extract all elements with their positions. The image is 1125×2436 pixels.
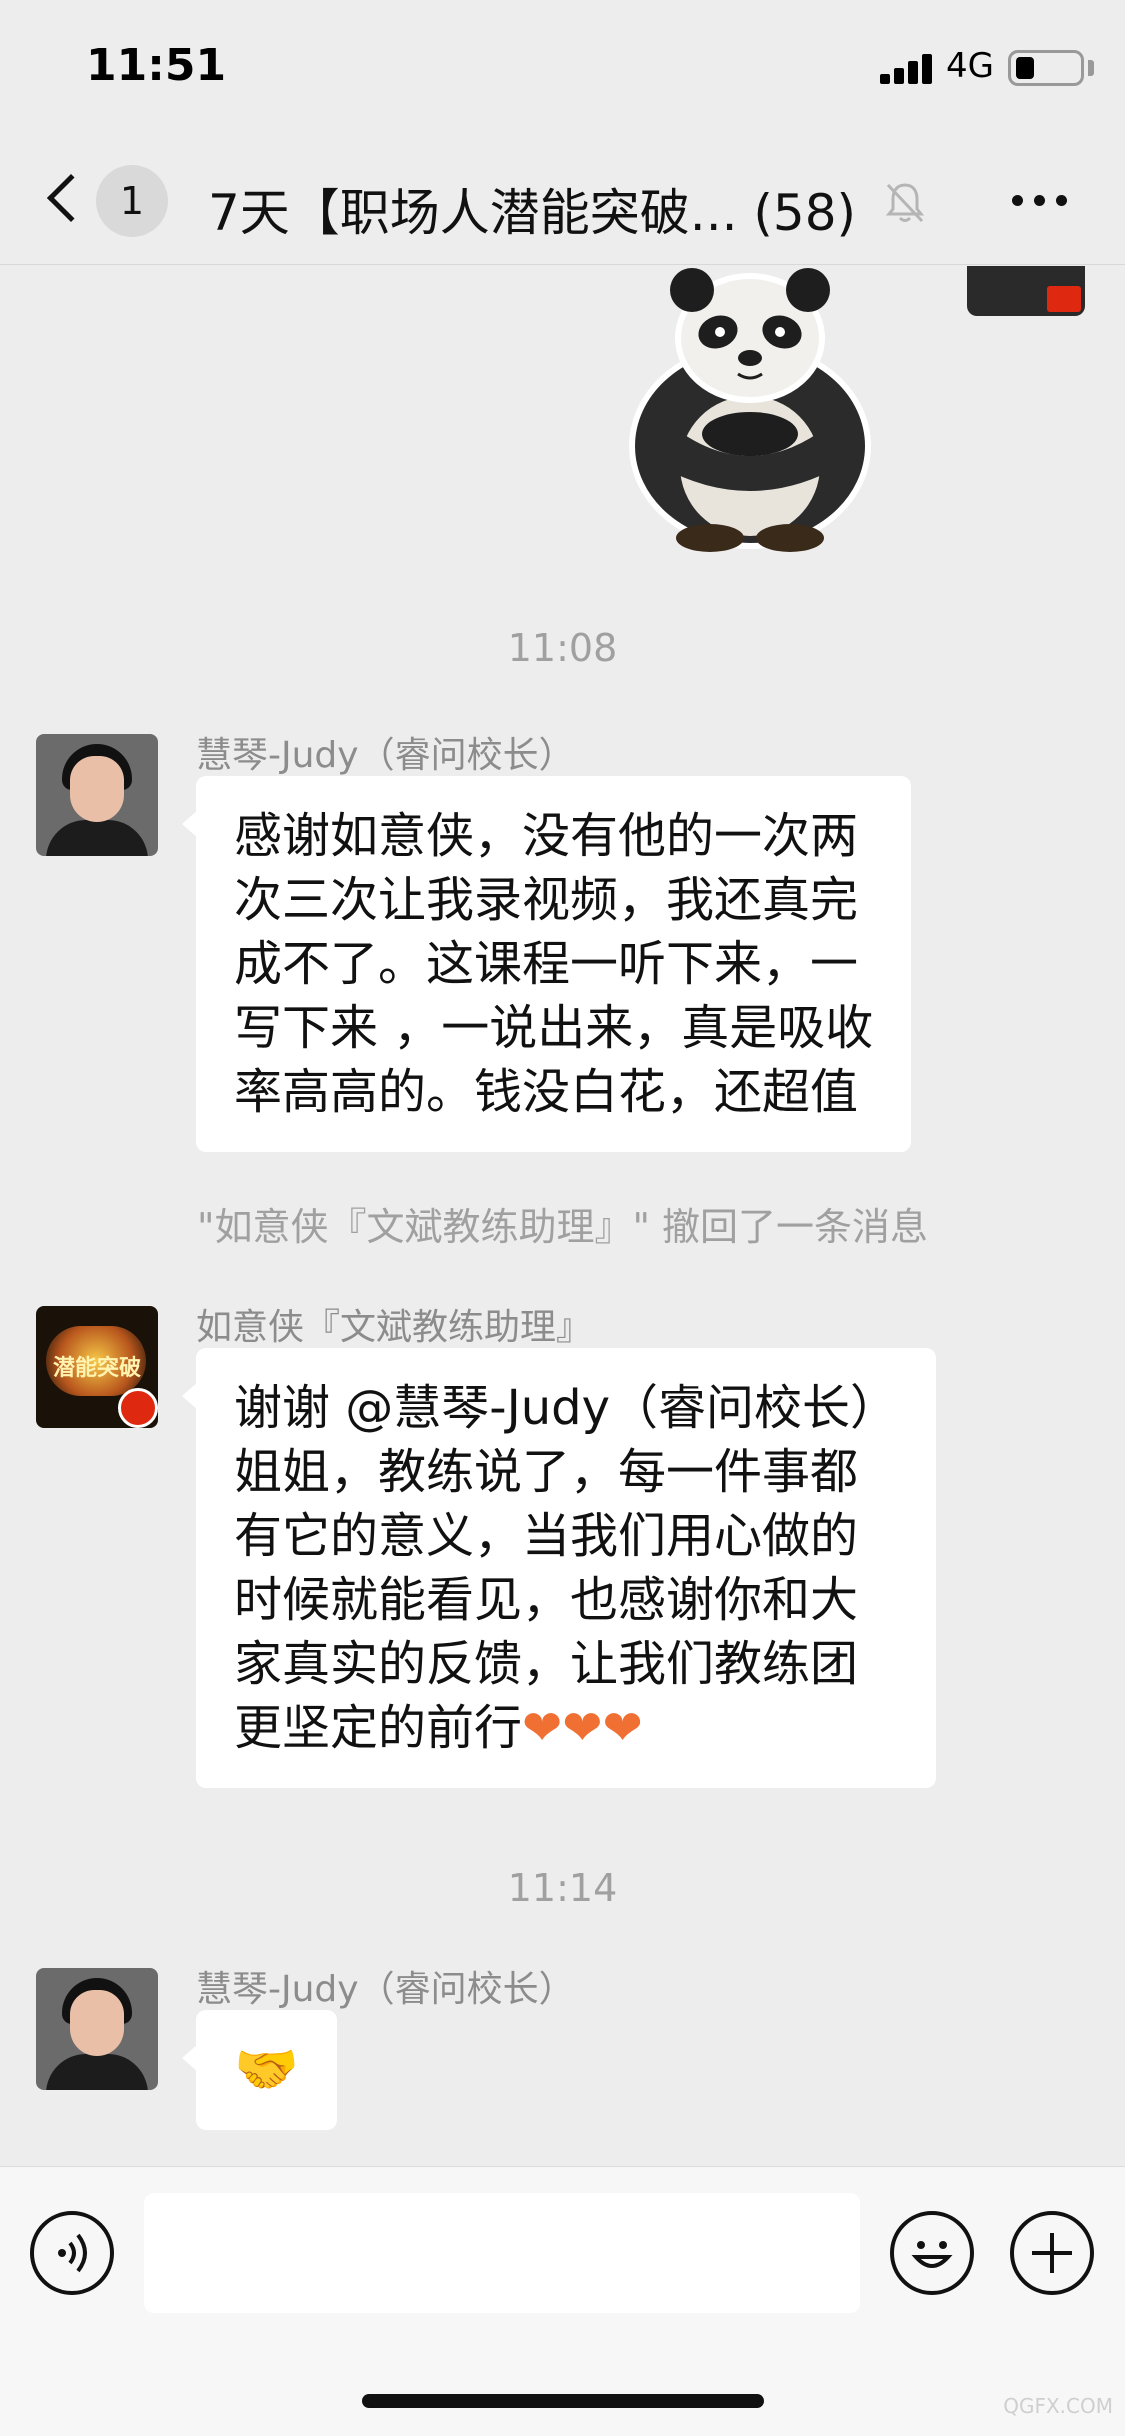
signal-icon <box>880 52 936 84</box>
chevron-left-icon <box>46 173 96 223</box>
avatar-logo-text: 潜能突破 <box>52 1356 141 1381</box>
back-button[interactable] <box>40 167 96 233</box>
message-line: 谢谢 @慧琴-Judy（睿问校长） <box>234 1380 899 1436</box>
sender-name: 慧琴-Judy（睿问校长） <box>196 1969 575 2010</box>
voice-icon <box>58 2233 87 2273</box>
message-bubble[interactable]: 🤝 <box>182 2010 337 2130</box>
message-line: 更坚定的前行❤❤❤ <box>234 1696 898 1760</box>
message-line: 写下来 ，一说出来，真是吸收 <box>234 1000 874 1056</box>
battery-tip <box>1088 60 1094 76</box>
message-line: 时候就能看见，也感谢你和大 <box>234 1572 859 1628</box>
message-bubble[interactable]: 感谢如意侠，没有他的一次两 次三次让我录视频，我还真完 成不了。这课程一听下来，… <box>181 776 912 1152</box>
message-line-text: 更坚定的前行 <box>234 1700 523 1756</box>
message-line: 率高高的。钱没白花，还超值 <box>234 1064 859 1120</box>
sender-name: 慧琴-Judy（睿问校长） <box>196 735 575 776</box>
heart-emoji: ❤❤❤ <box>522 1700 643 1756</box>
message-line: 家真实的反馈，让我们教练团 <box>234 1636 859 1692</box>
sender-name: 如意侠『文斌教练助理』 <box>196 1307 593 1348</box>
timestamp: 11:08 <box>507 626 618 670</box>
watermark: QGFX.COM <box>1003 2394 1113 2418</box>
plus-icon <box>1032 2233 1072 2273</box>
nav-bar: 1 7天【职场人潜能突破... (58) <box>0 135 1125 265</box>
status-time: 11:51 <box>86 40 227 91</box>
status-bar: 11:51 4G <box>0 0 1125 135</box>
message-line: 姐姐，教练说了，每一件事都 <box>234 1444 859 1500</box>
battery-icon <box>1008 50 1084 86</box>
panda-sticker[interactable] <box>600 266 900 556</box>
flag-icon <box>118 1388 158 1428</box>
flag-icon <box>1047 286 1081 312</box>
message-line: 感谢如意侠，没有他的一次两 <box>234 808 859 864</box>
chat-area[interactable]: 11:08 慧琴-Judy（睿问校长） 感谢如意侠，没有他的一次两 次三次让我录… <box>0 266 1125 2166</box>
recall-notice: "如意侠『文斌教练助理』" 撤回了一条消息 <box>196 1205 929 1249</box>
more-button[interactable] <box>1010 187 1070 213</box>
bell-slash-icon <box>885 183 925 223</box>
timestamp: 11:14 <box>507 1866 618 1910</box>
message-bubble[interactable]: 谢谢 @慧琴-Judy（睿问校长） 姐姐，教练说了，每一件事都 有它的意义，当我… <box>181 1348 937 1788</box>
message-line: 成不了。这课程一听下来，一 <box>234 936 859 992</box>
smiley-icon <box>911 2241 953 2268</box>
message-line: 有它的意义，当我们用心做的 <box>234 1508 859 1564</box>
message-input[interactable] <box>144 2193 860 2313</box>
avatar[interactable] <box>36 734 158 856</box>
message-line: 次三次让我录视频，我还真完 <box>234 872 859 928</box>
avatar[interactable]: 潜能突破 <box>36 1306 158 1428</box>
chat-title[interactable]: 7天【职场人潜能突破... (58) <box>208 173 888 245</box>
avatar[interactable] <box>36 1968 158 2090</box>
handshake-emoji: 🤝 <box>234 2040 299 2100</box>
unread-badge[interactable]: 1 <box>96 165 168 237</box>
network-type: 4G <box>946 46 994 86</box>
emoji-button[interactable] <box>890 2211 974 2295</box>
voice-button[interactable] <box>30 2211 114 2295</box>
plus-button[interactable] <box>1010 2211 1094 2295</box>
avatar[interactable] <box>967 266 1085 316</box>
home-indicator[interactable] <box>362 2394 764 2408</box>
